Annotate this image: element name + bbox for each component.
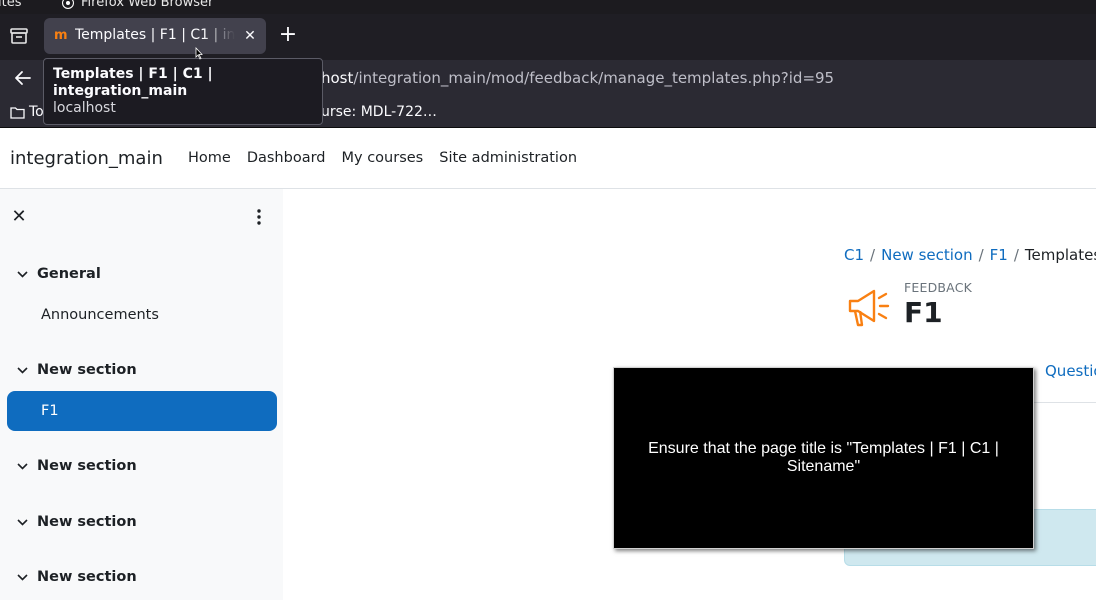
section-title: New section [37,362,137,378]
bookmark-item[interactable]: urse: MDL-722… [321,104,437,120]
plus-icon[interactable]: + [276,21,300,51]
nav-my-courses[interactable]: My courses [342,150,424,166]
primary-navigation: Home Dashboard My courses Site administr… [188,150,577,166]
mouse-cursor-icon [195,47,203,60]
site-header: integration_main Home Dashboard My cours… [0,128,1096,189]
active-app-indicator[interactable]: Firefox Web Browser [62,0,213,10]
close-icon[interactable]: ✕ [9,207,29,227]
activity-label: F1 [41,403,59,419]
url-bar[interactable]: host/integration_main/mod/feedback/manag… [321,69,834,87]
close-icon[interactable]: ✕ [240,26,260,46]
firefox-app-icon [62,0,74,9]
nav-site-administration[interactable]: Site administration [439,150,577,166]
chevron-down-icon[interactable] [16,364,29,377]
test-step-overlay: Ensure that the page title is "Templates… [613,367,1034,549]
app-name: Firefox Web Browser [81,0,214,10]
breadcrumb-current: Templates [1024,246,1096,264]
activity-f1-active[interactable]: F1 [7,391,277,431]
tab-strip: m Templates | F1 | C1 | integration_main… [0,14,1096,60]
section-title: New section [37,514,137,530]
secondary-nav-questions[interactable]: Questic [1045,362,1096,380]
site-name[interactable]: integration_main [10,148,163,169]
tooltip-title: Templates | F1 | C1 | integration_main [53,66,213,99]
section-new-2[interactable]: New section [16,458,137,474]
os-top-bar: ites Firefox Web Browser [0,0,1096,14]
nav-home[interactable]: Home [188,150,231,166]
nav-dashboard[interactable]: Dashboard [247,150,326,166]
url-path: /integration_main/mod/feedback/manage_te… [353,69,835,87]
chevron-down-icon[interactable] [16,571,29,584]
folder-icon [10,106,25,119]
activities-label[interactable]: ites [0,0,21,10]
section-title: General [37,266,101,282]
module-type-label: FEEDBACK [904,280,973,295]
tab-tooltip: Templates | F1 | C1 | integration_main l… [43,58,323,125]
url-host: host [321,69,354,87]
course-index-drawer: ✕ General Announcements New section F1 N… [0,189,283,600]
moodle-favicon: m [54,28,68,43]
overlay-message: Ensure that the page title is "Templates… [648,440,999,475]
page-title: F1 [904,296,943,329]
breadcrumb-new-section[interactable]: New section [881,246,973,264]
back-arrow-icon[interactable] [8,63,38,93]
tab-list-icon[interactable] [4,21,34,51]
tab-title: Templates | F1 | C1 | integration_main [75,27,235,43]
section-new-1[interactable]: New section [16,362,137,378]
tooltip-host: localhost [53,100,116,116]
chevron-down-icon[interactable] [16,516,29,529]
section-general[interactable]: General [16,266,101,282]
breadcrumb-f1[interactable]: F1 [990,246,1008,264]
breadcrumb: C1/New section / F1/Templates [844,246,1096,264]
bookmark-folder-label: To [29,104,44,120]
section-new-4[interactable]: New section [16,569,137,585]
kebab-menu-icon[interactable] [249,207,269,227]
activity-announcements[interactable]: Announcements [41,307,159,323]
breadcrumb-c1[interactable]: C1 [844,246,864,264]
section-title: New section [37,569,137,585]
browser-tab-active[interactable]: m Templates | F1 | C1 | integration_main… [44,18,266,54]
chevron-down-icon[interactable] [16,268,29,281]
chevron-down-icon[interactable] [16,460,29,473]
megaphone-icon [848,289,890,327]
bookmark-folder[interactable]: To [10,104,44,120]
section-title: New section [37,458,137,474]
section-new-3[interactable]: New section [16,514,137,530]
